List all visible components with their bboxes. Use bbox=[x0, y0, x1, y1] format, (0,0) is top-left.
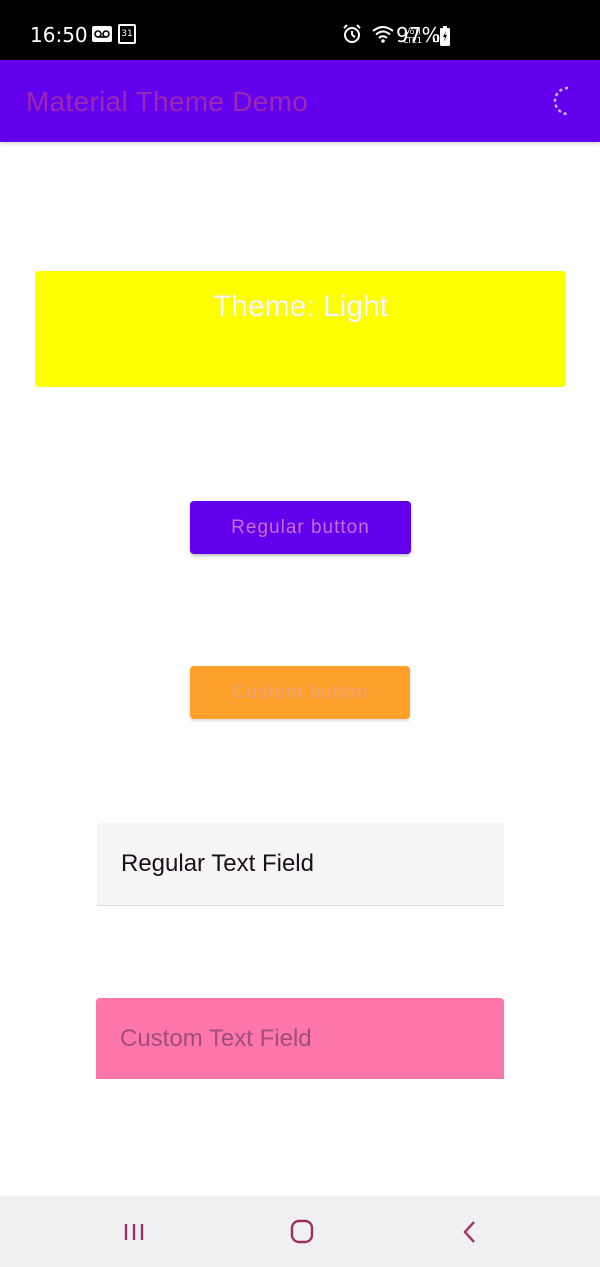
alarm-icon bbox=[342, 24, 362, 48]
theme-banner: Theme: Light bbox=[35, 271, 566, 387]
regular-button[interactable]: Regular button bbox=[190, 501, 411, 554]
status-time: 16:50 bbox=[30, 23, 88, 47]
custom-button[interactable]: Custom button bbox=[190, 666, 410, 719]
regular-text-field[interactable]: Regular Text Field bbox=[97, 823, 504, 906]
screen: 16:50 31 Vo)) LTE1 97% Material Theme De… bbox=[0, 0, 600, 1267]
theme-label: Theme: Light bbox=[212, 290, 389, 323]
calendar-icon: 31 bbox=[118, 24, 136, 44]
app-bar: Material Theme Demo bbox=[0, 60, 600, 142]
navigation-bar bbox=[0, 1196, 600, 1267]
back-icon[interactable] bbox=[452, 1216, 488, 1248]
home-icon[interactable] bbox=[284, 1216, 320, 1248]
custom-text-field-value: Custom Text Field bbox=[120, 1025, 312, 1052]
recent-apps-icon[interactable] bbox=[116, 1216, 152, 1248]
wifi-icon bbox=[371, 25, 394, 47]
battery-percent: 97% bbox=[396, 23, 441, 47]
dark-mode-toggle-icon[interactable] bbox=[548, 84, 578, 118]
custom-text-field[interactable]: Custom Text Field bbox=[96, 998, 504, 1079]
status-left-icons: 31 bbox=[92, 24, 136, 44]
regular-text-field-value: Regular Text Field bbox=[121, 850, 314, 877]
app-title: Material Theme Demo bbox=[26, 86, 309, 117]
voicemail-icon bbox=[92, 26, 112, 42]
status-bar: 16:50 31 Vo)) LTE1 97% bbox=[0, 0, 600, 60]
battery-charging-icon bbox=[440, 26, 450, 46]
